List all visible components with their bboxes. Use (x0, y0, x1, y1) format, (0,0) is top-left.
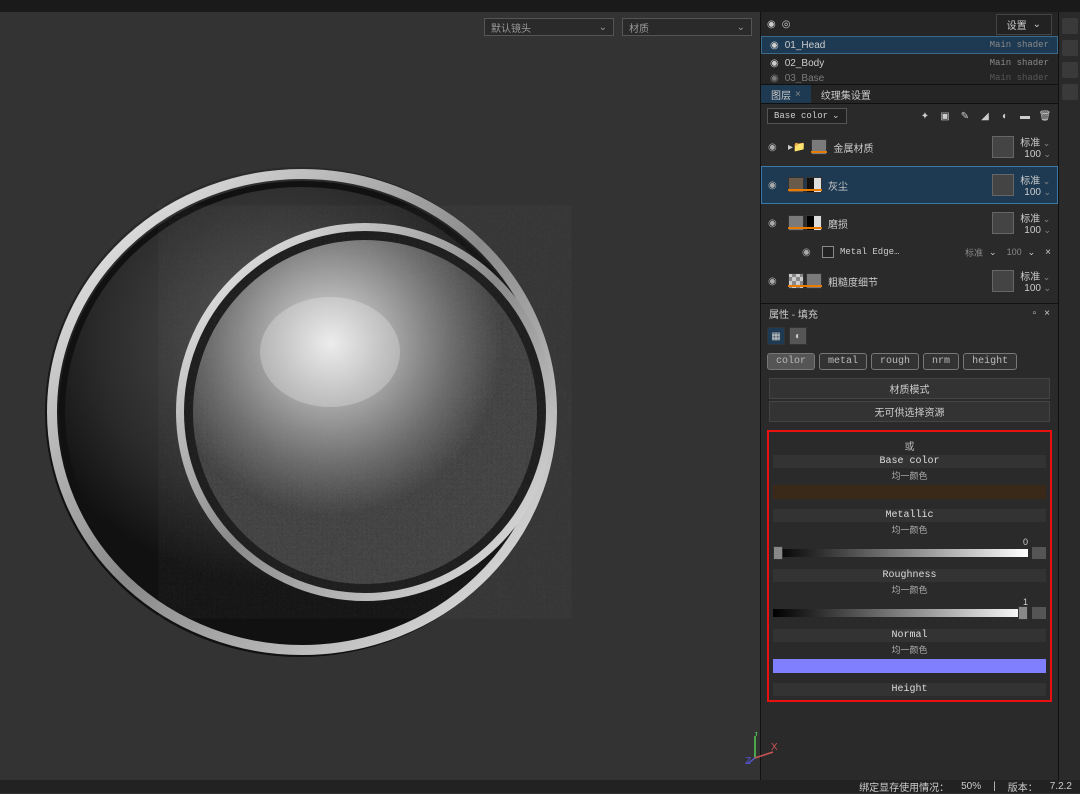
roughness-slider[interactable] (773, 609, 1028, 617)
slider-reset-icon[interactable] (1032, 607, 1046, 619)
properties-title: 属性 - 填充 (769, 306, 818, 321)
viewport-render (40, 122, 600, 682)
globe-icon[interactable] (1062, 40, 1078, 56)
fill-tab-icon[interactable]: ▦ (767, 327, 785, 345)
eye-icon[interactable]: ◉ (768, 218, 782, 229)
close-icon[interactable]: × (1045, 247, 1051, 258)
layer-row[interactable]: ◉ 磨损 标准 ⌄100 ⌄ (761, 204, 1058, 242)
svg-text:X: X (771, 742, 777, 753)
mask-icon[interactable]: ▣ (938, 109, 952, 123)
layer-stack: ◉ ▸📁 金属材质 标准 ⌄100 ⌄ ◉ 灰尘 标准 ⌄100 ⌄ ◉ 磨损 … (761, 128, 1058, 303)
camera-dropdown[interactable]: 默认镜头⌄ (484, 18, 614, 36)
roughness-label: Roughness (773, 569, 1046, 582)
delete-icon[interactable]: 🗑 (1038, 109, 1052, 123)
slider-reset-icon[interactable] (1032, 547, 1046, 559)
eye-icon[interactable]: ◉ (768, 276, 782, 287)
svg-text:Y: Y (753, 732, 760, 739)
effects-icon[interactable]: ✦ (918, 109, 932, 123)
texture-set-item[interactable]: ◉03_BaseMain shader (761, 72, 1058, 84)
no-resource-label: 无可供选择资源 (769, 401, 1050, 422)
settings-dropdown[interactable]: 设置⌄ (996, 14, 1052, 35)
eye-icon[interactable]: ◉ (768, 180, 782, 191)
normal-swatch[interactable] (773, 659, 1046, 673)
close-icon[interactable]: × (1044, 308, 1050, 319)
basecolor-swatch[interactable] (773, 485, 1046, 499)
eye-outline-icon[interactable]: ◎ (782, 19, 791, 30)
chevron-down-icon: ⌄ (599, 22, 607, 33)
eye-icon[interactable]: ◉ (802, 247, 816, 258)
category-dropdown[interactable]: 材质⌄ (622, 18, 752, 36)
axis-gizmo[interactable]: Y X Z (745, 732, 777, 764)
basecolor-label: Base color (773, 455, 1046, 468)
or-label: 或 (773, 436, 1046, 455)
chip-metal[interactable]: metal (819, 353, 867, 370)
folder-icon: ▸📁 (788, 142, 805, 153)
texture-set-item[interactable]: ◉01_HeadMain shader (761, 36, 1058, 54)
normal-label: Normal (773, 629, 1046, 642)
paint-layer-icon[interactable]: ✎ (958, 109, 972, 123)
chip-rough[interactable]: rough (871, 353, 919, 370)
tab-layers[interactable]: 图层× (761, 85, 811, 103)
texture-set-list: ◉01_HeadMain shader ◉02_BodyMain shader … (761, 36, 1058, 84)
eye-icon[interactable]: ◉ (770, 58, 779, 69)
history-icon[interactable] (1062, 62, 1078, 78)
chevron-down-icon: ⌄ (737, 22, 745, 33)
chip-nrm[interactable]: nrm (923, 353, 959, 370)
eye-icon[interactable]: ◉ (770, 73, 779, 84)
material-tab-icon[interactable]: ◐ (789, 327, 807, 345)
eye-icon[interactable]: ◉ (767, 19, 776, 30)
channel-chips: color metal rough nrm height (761, 349, 1058, 374)
highlighted-region: 或 Base color 均一颜色 Metallic 均一颜色 0 Roughn… (767, 430, 1052, 702)
metallic-slider[interactable] (773, 549, 1028, 557)
height-label: Height (773, 683, 1046, 696)
camera-icon[interactable] (1062, 18, 1078, 34)
tab-texture-set-settings[interactable]: 纹理集设置 (811, 85, 881, 103)
layer-row[interactable]: ◉ 粗糙度细节 标准 ⌄100 ⌄ (761, 262, 1058, 300)
layer-row[interactable]: ◉ 灰尘 标准 ⌄100 ⌄ (761, 166, 1058, 204)
log-icon[interactable] (1062, 84, 1078, 100)
close-icon[interactable]: × (795, 89, 801, 100)
channel-dropdown[interactable]: Base color⌄ (767, 108, 847, 124)
layer-row[interactable]: ◉ Metal Edge… 标准⌄ 100⌄ × (761, 242, 1058, 262)
undock-icon[interactable]: ▫ (1033, 308, 1037, 319)
eye-icon[interactable]: ◉ (770, 40, 779, 51)
right-toolbar (1058, 12, 1080, 782)
svg-text:Z: Z (745, 756, 751, 764)
status-bar: 绑定显存使用情况：50% | 版本：7.2.2 (0, 780, 1080, 793)
smart-material-icon[interactable]: ◐ (998, 109, 1012, 123)
texture-set-item[interactable]: ◉02_BodyMain shader (761, 54, 1058, 72)
layer-row[interactable]: ◉ ▸📁 金属材质 标准 ⌄100 ⌄ (761, 128, 1058, 166)
chip-color[interactable]: color (767, 353, 815, 370)
metallic-label: Metallic (773, 509, 1046, 522)
folder-icon[interactable]: ▬ (1018, 109, 1032, 123)
eye-icon[interactable]: ◉ (768, 142, 782, 153)
material-mode-label: 材质模式 (769, 378, 1050, 399)
fill-layer-icon[interactable]: ◢ (978, 109, 992, 123)
chip-height[interactable]: height (963, 353, 1017, 370)
viewport-3d[interactable]: 默认镜头⌄ 材质⌄ YXZ (0, 12, 760, 782)
